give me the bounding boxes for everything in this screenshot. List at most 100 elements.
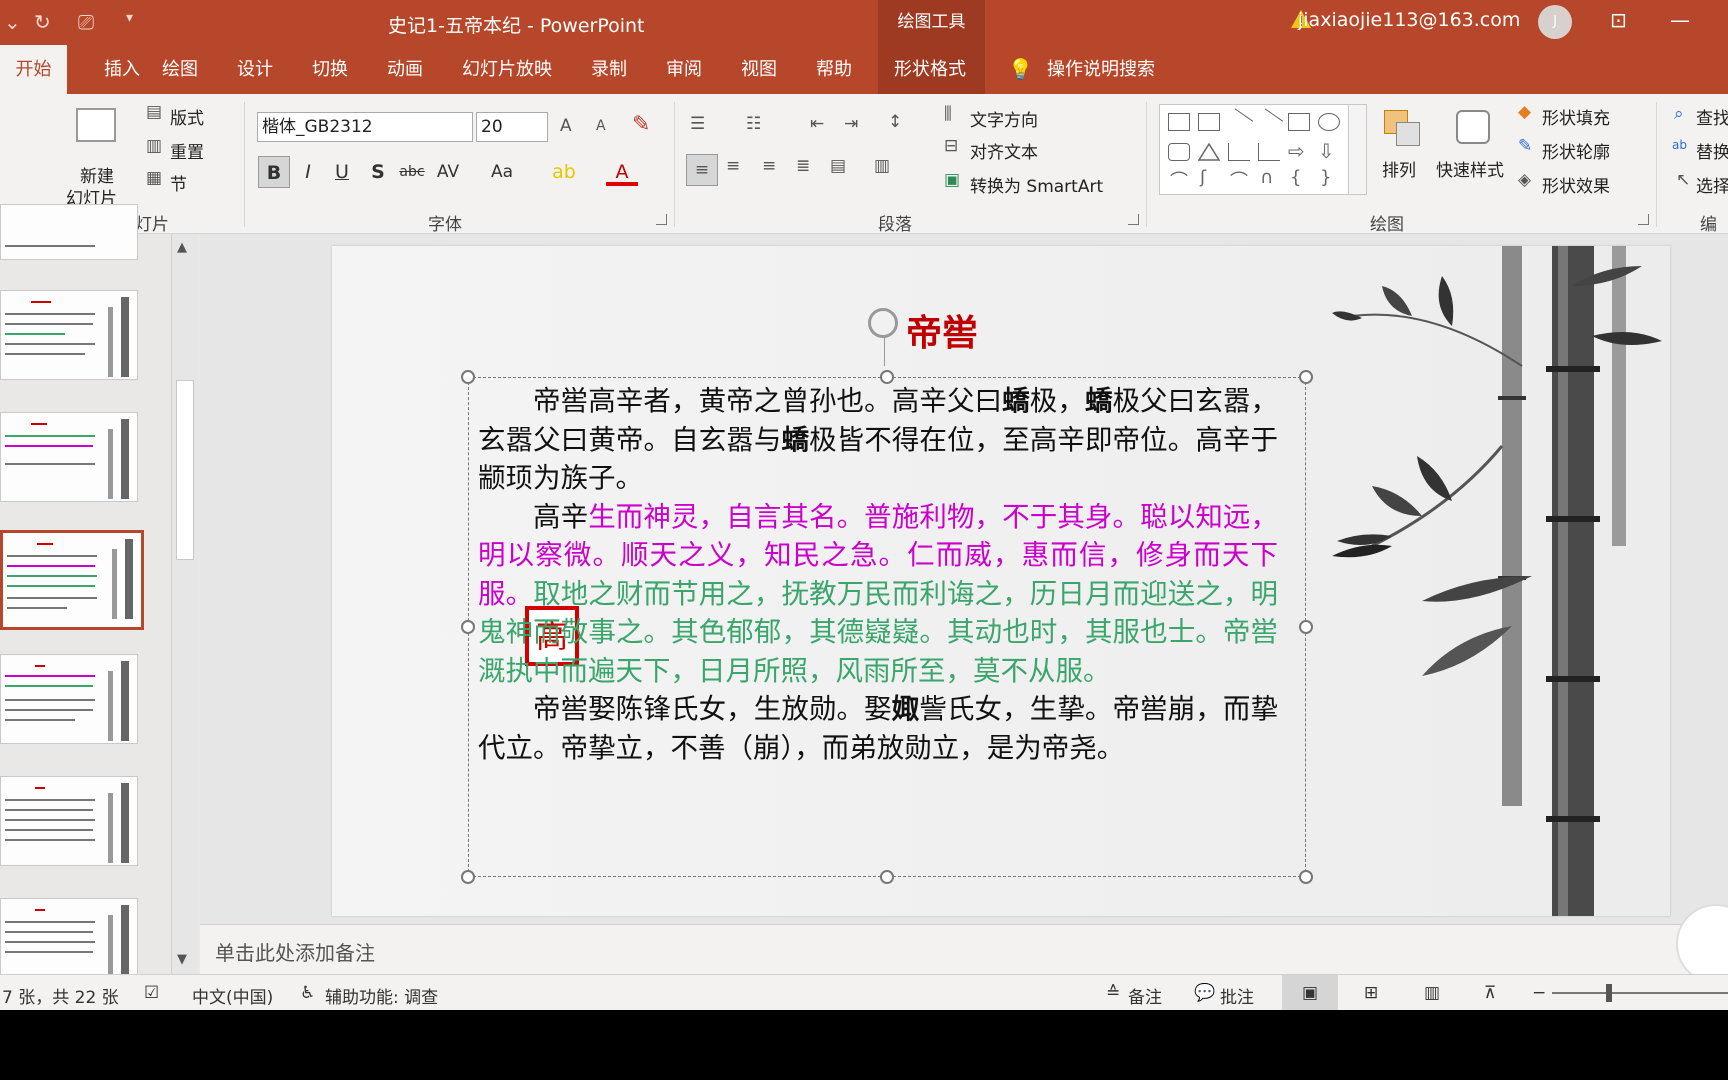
tab-animations[interactable]: 动画	[387, 45, 423, 94]
resize-handle-r[interactable]	[1299, 620, 1313, 634]
tab-transitions[interactable]: 切换	[312, 45, 348, 94]
scribble-shape[interactable]: ʃ	[1200, 167, 1206, 188]
underline-button[interactable]: U	[326, 156, 358, 188]
rounded-rect-shape[interactable]	[1168, 143, 1190, 161]
decrease-indent-icon[interactable]: ⇤	[810, 114, 824, 134]
avatar[interactable]: J	[1538, 5, 1572, 39]
shape-effects-button[interactable]: 形状效果	[1542, 172, 1610, 197]
resize-handle-br[interactable]	[1299, 870, 1313, 884]
resize-handle-tr[interactable]	[1299, 370, 1313, 384]
spell-check-icon[interactable]: ☑	[144, 983, 159, 1003]
gallery-scroll[interactable]	[1348, 105, 1366, 194]
scroll-down-icon[interactable]: ▼	[177, 952, 187, 967]
font-size-combo[interactable]: 20	[476, 112, 548, 142]
arrow-line-shape[interactable]	[1254, 108, 1284, 136]
align-center-icon[interactable]: ≡	[726, 156, 740, 176]
right-arrow-shape[interactable]: ⇨	[1288, 139, 1305, 163]
grow-font-button[interactable]: A	[560, 116, 572, 136]
resize-handle-l[interactable]	[461, 620, 475, 634]
reset-button[interactable]: 重置	[170, 138, 204, 163]
elbow-connector-shape[interactable]	[1228, 143, 1250, 161]
reading-view-icon[interactable]: ▥	[1424, 983, 1440, 1003]
layout-button[interactable]: 版式	[170, 104, 204, 129]
char-spacing-button[interactable]: AV	[432, 156, 464, 188]
slide-thumbnail-selected[interactable]	[0, 530, 144, 630]
shapes-gallery[interactable]: ⇨ ⇩ ⌒ ʃ ⌒ ∩ { }	[1159, 104, 1367, 195]
customize-qat-icon[interactable]: ▾	[126, 10, 133, 26]
tab-review[interactable]: 审阅	[666, 45, 702, 94]
tab-view[interactable]: 视图	[741, 45, 777, 94]
change-case-button[interactable]: Aa	[486, 156, 518, 188]
tell-me-search[interactable]: 操作说明搜索	[1047, 45, 1155, 94]
slide-sorter-icon[interactable]: ⊞	[1364, 983, 1378, 1003]
tab-help[interactable]: 帮助	[816, 45, 852, 94]
ribbon-display-icon[interactable]: ⊡	[1610, 8, 1627, 32]
triangle-shape[interactable]	[1197, 142, 1221, 161]
bold-button[interactable]: B	[258, 156, 290, 188]
slide-thumbnail[interactable]	[0, 290, 138, 380]
paragraph-launcher-icon[interactable]	[1128, 214, 1139, 225]
distributed-icon[interactable]: ▤	[830, 156, 846, 176]
shrink-font-button[interactable]: A	[596, 118, 606, 134]
text-box-shape[interactable]	[1168, 113, 1190, 131]
redo-icon[interactable]: ↻	[34, 10, 51, 34]
convert-smartart-button[interactable]: 转换为 SmartArt	[970, 172, 1103, 197]
new-slide-button[interactable]: 新建 幻灯片	[66, 100, 130, 210]
scroll-thumb[interactable]	[176, 380, 194, 560]
tab-draw[interactable]: 绘图	[162, 45, 198, 94]
section-button[interactable]: 节	[170, 170, 187, 195]
line-shape[interactable]	[1224, 108, 1254, 136]
font-launcher-icon[interactable]	[656, 214, 667, 225]
slideshow-view-icon[interactable]: ⊼	[1484, 983, 1496, 1003]
down-arrow-shape[interactable]: ⇩	[1318, 139, 1335, 163]
accessibility-status[interactable]: 辅助功能: 调查	[325, 983, 438, 1008]
tab-record[interactable]: 录制	[591, 45, 627, 94]
increase-indent-icon[interactable]: ⇥	[844, 114, 858, 134]
chevron-down-icon[interactable]: ⌄	[4, 10, 21, 34]
slide-thumbnail[interactable]	[0, 776, 138, 866]
columns-icon[interactable]: ▥	[874, 156, 890, 176]
slide[interactable]: 帝喾 高 帝喾高辛者，黄帝之曾孙也。高辛父曰蟜极，蟜极父曰玄嚣，玄嚣父曰黄帝。自…	[332, 246, 1670, 916]
tab-slideshow[interactable]: 幻灯片放映	[462, 45, 552, 94]
font-name-combo[interactable]: 楷体_GB2312	[257, 112, 473, 142]
shape-fill-button[interactable]: 形状填充	[1542, 104, 1610, 129]
notes-button[interactable]: 备注	[1128, 983, 1162, 1008]
italic-button[interactable]: I	[292, 156, 324, 188]
zoom-slider[interactable]	[1552, 992, 1728, 994]
replace-button[interactable]: 替换	[1696, 138, 1728, 163]
minimize-icon[interactable]: —	[1670, 8, 1690, 32]
strikethrough-button[interactable]: abc	[396, 156, 428, 188]
align-left-icon[interactable]: ≡	[686, 154, 718, 186]
clear-format-icon[interactable]: ✎	[632, 112, 650, 137]
right-brace-shape[interactable]: }	[1320, 167, 1331, 188]
shape-outline-button[interactable]: 形状轮廓	[1542, 138, 1610, 163]
comments-button[interactable]: 批注	[1220, 983, 1254, 1008]
slide-title[interactable]: 帝喾	[906, 304, 978, 356]
numbering-icon[interactable]: ☷	[746, 114, 761, 134]
slide-thumbnail[interactable]	[0, 412, 138, 502]
tab-home[interactable]: 开始	[0, 45, 67, 94]
resize-handle-bl[interactable]	[461, 870, 475, 884]
align-right-icon[interactable]: ≡	[762, 156, 776, 176]
tab-insert[interactable]: 插入	[104, 45, 140, 94]
select-button[interactable]: 选择	[1696, 172, 1728, 197]
left-brace-shape[interactable]: {	[1290, 167, 1301, 188]
justify-icon[interactable]: ≣	[796, 156, 810, 176]
font-color-button[interactable]: A	[606, 156, 638, 186]
slide-body-text[interactable]: 帝喾高辛者，黄帝之曾孙也。高辛父曰蟜极，蟜极父曰玄嚣，玄嚣父曰黄帝。自玄嚣与蟜极…	[478, 382, 1278, 767]
tab-design[interactable]: 设计	[237, 45, 273, 94]
language-status[interactable]: 中文(中国)	[192, 983, 273, 1008]
bullets-icon[interactable]: ☰	[690, 114, 705, 134]
freeform-shape[interactable]: ⌒	[1170, 167, 1188, 193]
notes-pane[interactable]: 单击此处添加备注	[200, 924, 1728, 974]
slide-thumbnail[interactable]	[0, 204, 138, 260]
vertical-text-box-shape[interactable]	[1198, 113, 1220, 131]
drawing-launcher-icon[interactable]	[1638, 214, 1649, 225]
shadow-button[interactable]: S	[362, 156, 394, 188]
highlight-icon[interactable]: ab	[548, 156, 580, 188]
curve-shape[interactable]: ∩	[1260, 167, 1273, 188]
rectangle-shape[interactable]	[1288, 113, 1310, 131]
text-direction-button[interactable]: 文字方向	[970, 106, 1038, 131]
zoom-out-icon[interactable]: −	[1532, 983, 1546, 1003]
normal-view-button[interactable]: ▣	[1282, 975, 1338, 1011]
